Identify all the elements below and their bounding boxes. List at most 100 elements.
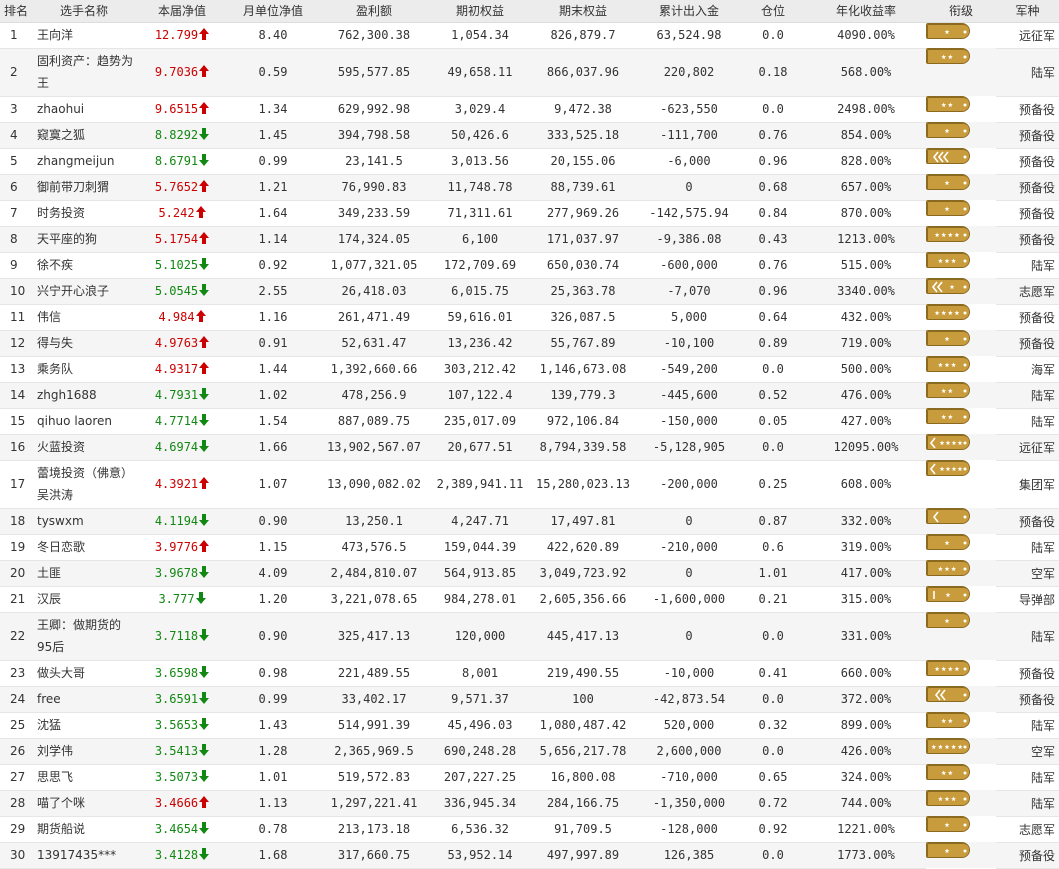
player-name[interactable]: zhangmeijun	[34, 148, 134, 175]
annual-return-value: 828.00%	[806, 148, 926, 175]
table-row[interactable]: 18 tyswxm 4.1194 0.90 13,250.1 4,247.71 17,497…	[0, 508, 1059, 535]
table-row[interactable]: 16 火蓝投资 4.6974 1.66 13,902,567.07 20,677.51 8,…	[0, 434, 1059, 461]
player-name[interactable]: 13917435***	[34, 842, 134, 869]
table-row[interactable]: 8 天平座的狗 5.1754 1.14 174,324.05 6,100 171,037.9…	[0, 226, 1059, 253]
table-row[interactable]: 21 汉辰 3.777 1.20 3,221,078.65 984,278.01 2,605…	[0, 586, 1059, 613]
player-name[interactable]: 天平座的狗	[34, 226, 134, 253]
table-row[interactable]: 30 13917435*** 3.4128 1.68 317,660.75 53,952.…	[0, 842, 1059, 869]
final-equity-value: 277,969.26	[528, 200, 638, 227]
table-row[interactable]: 5 zhangmeijun 8.6791 0.99 23,141.5 3,013.56 20…	[0, 148, 1059, 175]
table-row[interactable]: 20 土匪 3.9678 4.09 2,484,810.07 564,913.85 3,04…	[0, 560, 1059, 587]
header-annual-return[interactable]: 年化收益率	[806, 0, 926, 23]
table-row[interactable]: 15 qihuo laoren 4.7714 1.54 887,089.75 235,01…	[0, 408, 1059, 435]
rank-badge-icon	[927, 227, 969, 241]
player-name[interactable]: 乘务队	[34, 356, 134, 383]
table-row[interactable]: 28 喵了个咪 3.4666 1.13 1,297,221.41 336,945.34 28…	[0, 790, 1059, 817]
header-name[interactable]: 选手名称	[34, 0, 134, 23]
header-profit[interactable]: 盈利额	[316, 0, 432, 23]
table-row[interactable]: 4 窥寞之狐 8.8292 1.45 394,798.58 50,426.6 333,525…	[0, 122, 1059, 149]
header-cash-flow[interactable]: 累计出入金	[638, 0, 740, 23]
table-row[interactable]: 12 得与失 4.9763 0.91 52,631.47 13,236.42 55,767.…	[0, 330, 1059, 357]
initial-equity-value: 3,029.4	[432, 96, 528, 123]
position-value: 0.89	[740, 330, 806, 357]
table-row[interactable]: 19 冬日恋歌 3.9776 1.15 473,576.5 159,044.39 422,6…	[0, 534, 1059, 561]
table-row[interactable]: 24 free 3.6591 0.99 33,402.17 9,571.37 100 -42,…	[0, 686, 1059, 713]
player-name[interactable]: 兴宁开心浪子	[34, 278, 134, 305]
initial-equity-value: 159,044.39	[432, 534, 528, 561]
header-monthly-nav[interactable]: 月单位净值	[230, 0, 316, 23]
player-name[interactable]: 喵了个咪	[34, 790, 134, 817]
grade-badge	[926, 790, 970, 806]
player-name[interactable]: free	[34, 686, 134, 713]
player-name[interactable]: qihuo laoren	[34, 408, 134, 435]
header-army[interactable]: 军种	[996, 0, 1059, 23]
player-name[interactable]: 火蓝投资	[34, 434, 134, 461]
header-initial-equity[interactable]: 期初权益	[432, 0, 528, 23]
initial-equity-value: 6,100	[432, 226, 528, 253]
initial-equity-value: 1,054.34	[432, 22, 528, 49]
table-row[interactable]: 3 zhaohui 9.6515 1.34 629,992.98 3,029.4 9,472…	[0, 96, 1059, 123]
table-row[interactable]: 10 兴宁开心浪子 5.0545 2.55 26,418.03 6,015.75 25,36…	[0, 278, 1059, 305]
player-name[interactable]: 做头大哥	[34, 660, 134, 687]
position-value: 0.0	[740, 686, 806, 713]
player-name[interactable]: 徐不疾	[34, 252, 134, 279]
player-name[interactable]: 土匪	[34, 560, 134, 587]
nav-value: 3.9776	[134, 534, 230, 561]
army-value: 预备役	[996, 200, 1059, 227]
header-nav[interactable]: 本届净值	[134, 0, 230, 23]
table-row[interactable]: 9 徐不疾 5.1025 0.92 1,077,321.05 172,709.69 650,…	[0, 252, 1059, 279]
player-name[interactable]: 冬日恋歌	[34, 534, 134, 561]
player-name[interactable]: 王向洋	[34, 22, 134, 49]
position-value: 0.25	[740, 460, 806, 509]
nav-number: 5.1754	[154, 232, 199, 246]
table-row[interactable]: 29 期货船说 3.4654 0.78 213,173.18 6,536.32 91,709…	[0, 816, 1059, 843]
header-position[interactable]: 仓位	[740, 0, 806, 23]
table-row[interactable]: 11 伟信 4.984 1.16 261,471.49 59,616.01 326,087.…	[0, 304, 1059, 331]
table-row[interactable]: 2 固利资产：趋势为王 9.7036 0.59 595,577.85 49,658.11 8…	[0, 48, 1059, 97]
player-name[interactable]: 蕾境投资（佛意）吴洪涛	[34, 460, 134, 509]
table-row[interactable]: 26 刘学伟 3.5413 1.28 2,365,969.5 690,248.28 5,65…	[0, 738, 1059, 765]
player-name[interactable]: 窥寞之狐	[34, 122, 134, 149]
army-value: 陆军	[996, 764, 1059, 791]
grade-badge	[926, 534, 970, 550]
monthly-nav-value: 0.98	[230, 660, 316, 687]
table-row[interactable]: 22 王卿：做期货的95后 3.7118 0.90 325,417.13 120,000 4…	[0, 612, 1059, 661]
table-row[interactable]: 27 思思飞 3.5073 1.01 519,572.83 207,227.25 16,80…	[0, 764, 1059, 791]
player-name[interactable]: 伟信	[34, 304, 134, 331]
header-final-equity[interactable]: 期末权益	[528, 0, 638, 23]
player-name[interactable]: 期货船说	[34, 816, 134, 843]
profit-value: 595,577.85	[316, 48, 432, 97]
final-equity-value: 650,030.74	[528, 252, 638, 279]
rank-cell: 9	[0, 252, 34, 279]
rank-cell: 30	[0, 842, 34, 869]
player-name[interactable]: tyswxm	[34, 508, 134, 535]
table-row[interactable]: 23 做头大哥 3.6598 0.98 221,489.55 8,001 219,490.5…	[0, 660, 1059, 687]
player-name[interactable]: zhgh1688	[34, 382, 134, 409]
table-row[interactable]: 17 蕾境投资（佛意）吴洪涛 4.3921 1.07 13,090,082.02 2,38…	[0, 460, 1059, 509]
final-equity-value: 422,620.89	[528, 534, 638, 561]
header-grade[interactable]: 衔级	[926, 0, 996, 23]
position-value: 0.76	[740, 252, 806, 279]
grade-badge	[926, 560, 970, 576]
player-name[interactable]: 得与失	[34, 330, 134, 357]
player-name[interactable]: 汉辰	[34, 586, 134, 613]
table-row[interactable]: 6 御前带刀刺猬 5.7652 1.21 76,990.83 11,748.78 88,73…	[0, 174, 1059, 201]
position-value: 0.21	[740, 586, 806, 613]
header-rank[interactable]: 排名	[0, 0, 34, 23]
table-row[interactable]: 14 zhgh1688 4.7931 1.02 478,256.9 107,122.4 13…	[0, 382, 1059, 409]
table-row[interactable]: 7 时务投资 5.242 1.64 349,233.59 71,311.61 277,969…	[0, 200, 1059, 227]
player-name[interactable]: 御前带刀刺猬	[34, 174, 134, 201]
army-value: 预备役	[996, 174, 1059, 201]
player-name[interactable]: 思思飞	[34, 764, 134, 791]
player-name[interactable]: 时务投资	[34, 200, 134, 227]
army-value: 预备役	[996, 660, 1059, 687]
player-name[interactable]: 刘学伟	[34, 738, 134, 765]
table-row[interactable]: 13 乘务队 4.9317 1.44 1,392,660.66 303,212.42 1,1…	[0, 356, 1059, 383]
table-row[interactable]: 1 王向洋 12.799 8.40 762,300.38 1,054.34 826,879.…	[0, 22, 1059, 49]
table-body: 1 王向洋 12.799 8.40 762,300.38 1,054.34 826,879.…	[0, 22, 1059, 869]
player-name[interactable]: zhaohui	[34, 96, 134, 123]
player-name[interactable]: 王卿：做期货的95后	[34, 612, 134, 661]
player-name[interactable]: 固利资产：趋势为王	[34, 48, 134, 97]
table-row[interactable]: 25 沈猛 3.5653 1.43 514,991.39 45,496.03 1,080,4…	[0, 712, 1059, 739]
player-name[interactable]: 沈猛	[34, 712, 134, 739]
